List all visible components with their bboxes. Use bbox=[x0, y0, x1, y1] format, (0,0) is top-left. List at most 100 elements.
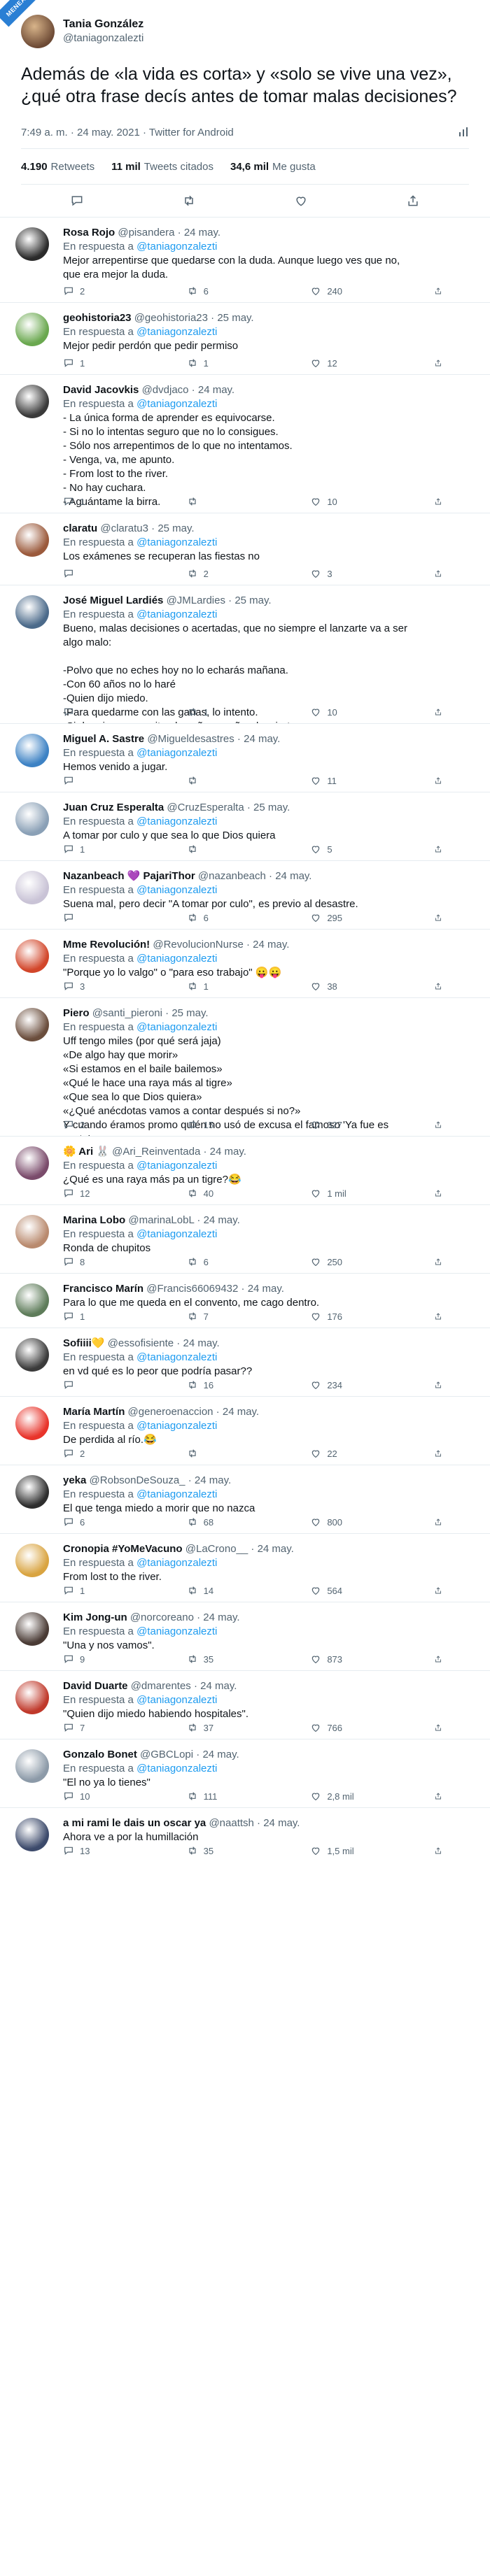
reply-date[interactable]: 24 may. bbox=[275, 870, 312, 882]
reply-author-handle[interactable]: @Migueldesastres bbox=[147, 733, 234, 745]
reply-avatar[interactable] bbox=[15, 1215, 49, 1248]
retweet-action[interactable]: 1 bbox=[187, 357, 264, 369]
reply-action[interactable]: 1 bbox=[63, 357, 140, 369]
reply-author-handle[interactable]: @generoenaccion bbox=[128, 1406, 214, 1418]
reply-author-handle[interactable]: @naattsh bbox=[209, 1817, 253, 1829]
share-action[interactable] bbox=[434, 496, 448, 507]
retweet-action[interactable]: 1 bbox=[187, 706, 264, 718]
reply-avatar[interactable] bbox=[15, 1612, 49, 1646]
reply-author-handle[interactable]: @GBCLopi bbox=[140, 1749, 193, 1760]
reply-author-handle[interactable]: @RobsonDeSouza_ bbox=[90, 1474, 186, 1486]
share-action[interactable] bbox=[434, 568, 448, 579]
like-action[interactable]: 11 bbox=[310, 775, 387, 786]
like-action[interactable]: 5 bbox=[310, 844, 387, 855]
replying-mention[interactable]: @taniagonzalezti bbox=[136, 747, 217, 759]
reply-action[interactable]: 1 bbox=[63, 844, 140, 855]
reply-icon[interactable] bbox=[70, 194, 84, 208]
replying-mention[interactable]: @taniagonzalezti bbox=[136, 884, 217, 896]
replying-mention[interactable]: @taniagonzalezti bbox=[136, 953, 217, 965]
retweet-action[interactable]: 35 bbox=[187, 1653, 264, 1665]
reply-author-name[interactable]: Piero bbox=[63, 1007, 90, 1019]
reply-author-handle[interactable]: @norcoreano bbox=[130, 1611, 194, 1623]
replying-mention[interactable]: @taniagonzalezti bbox=[136, 609, 217, 620]
replying-mention[interactable]: @taniagonzalezti bbox=[136, 1420, 217, 1432]
reply-date[interactable]: 25 may. bbox=[217, 312, 253, 324]
reply-action[interactable]: 2 bbox=[63, 285, 140, 297]
reply-action[interactable]: 3 bbox=[63, 981, 140, 992]
reply-author-handle[interactable]: @CruzEsperalta bbox=[167, 802, 244, 813]
replying-mention[interactable]: @taniagonzalezti bbox=[136, 1625, 217, 1637]
reply-author-handle[interactable]: @pisandera bbox=[118, 227, 174, 239]
like-action[interactable]: 38 bbox=[310, 981, 387, 992]
reply-action[interactable] bbox=[63, 775, 140, 786]
reply-avatar[interactable] bbox=[15, 1407, 49, 1440]
like-action[interactable]: 295 bbox=[310, 912, 387, 923]
reply-item[interactable]: Nazanbeach 💜 PajariThor @nazanbeach · 24… bbox=[0, 860, 490, 929]
reply-item[interactable]: Francisco Marín @Francis66069432 · 24 ma… bbox=[0, 1273, 490, 1328]
retweet-action[interactable]: 16 bbox=[187, 1379, 264, 1390]
like-action[interactable]: 240 bbox=[310, 285, 387, 297]
like-action[interactable]: 2,8 mil bbox=[310, 1791, 387, 1802]
reply-item[interactable]: David Jacovkis @dvdjaco · 24 may. En resp… bbox=[0, 374, 490, 513]
reply-item[interactable]: Gonzalo Bonet @GBCLopi · 24 may. En respu… bbox=[0, 1739, 490, 1807]
reply-action[interactable]: 10 bbox=[63, 1791, 140, 1802]
reply-item[interactable]: David Duarte @dmarentes · 24 may. En resp… bbox=[0, 1670, 490, 1739]
share-action[interactable] bbox=[434, 1119, 448, 1130]
reply-author-name[interactable]: José Miguel Lardiés bbox=[63, 595, 163, 606]
like-action[interactable]: 800 bbox=[310, 1516, 387, 1528]
author-handle[interactable]: @taniagonzalezti bbox=[63, 31, 144, 45]
reply-author-name[interactable]: David Jacovkis bbox=[63, 384, 139, 396]
reply-item[interactable]: Sofiiii💛 @essofisiente · 24 may. En respu… bbox=[0, 1328, 490, 1396]
reply-author-name[interactable]: Kim Jong-un bbox=[63, 1611, 127, 1623]
reply-author-name[interactable]: Miguel A. Sastre bbox=[63, 733, 144, 745]
share-action[interactable] bbox=[434, 285, 448, 297]
reply-author-name[interactable]: Juan Cruz Esperalta bbox=[63, 802, 164, 813]
replying-mention[interactable]: @taniagonzalezti bbox=[136, 1488, 217, 1500]
retweet-action[interactable]: 6 bbox=[187, 285, 264, 297]
retweet-action[interactable]: 1 bbox=[187, 981, 264, 992]
reply-date[interactable]: 24 may. bbox=[223, 1406, 259, 1418]
author-avatar[interactable] bbox=[21, 15, 55, 48]
reply-author-name[interactable]: Sofiiii💛 bbox=[63, 1337, 105, 1349]
like-action[interactable]: 327 bbox=[310, 1119, 387, 1130]
author-name[interactable]: Tania González bbox=[63, 17, 144, 31]
reply-date[interactable]: 24 may. bbox=[263, 1817, 300, 1829]
retweet-icon[interactable] bbox=[182, 194, 196, 208]
reply-item[interactable]: claratu @claratu3 · 25 may. En respuesta … bbox=[0, 513, 490, 585]
share-action[interactable] bbox=[434, 1653, 448, 1665]
share-action[interactable] bbox=[434, 981, 448, 992]
reply-avatar[interactable] bbox=[15, 939, 49, 973]
reply-date[interactable]: 25 may. bbox=[158, 522, 194, 534]
like-action[interactable]: 10 bbox=[310, 706, 387, 718]
reply-author-name[interactable]: Marina Lobo bbox=[63, 1214, 125, 1226]
reply-item[interactable]: Rosa Rojo @pisandera · 24 may. En respues… bbox=[0, 217, 490, 302]
like-action[interactable]: 1 mil bbox=[310, 1188, 387, 1199]
reply-date[interactable]: 24 may. bbox=[258, 1543, 294, 1555]
reply-author-name[interactable]: yeka bbox=[63, 1474, 86, 1486]
reply-date[interactable]: 24 may. bbox=[195, 1474, 231, 1486]
retweet-action[interactable]: 68 bbox=[187, 1516, 264, 1528]
like-action[interactable]: 22 bbox=[310, 1448, 387, 1459]
share-icon[interactable] bbox=[406, 194, 420, 208]
like-action[interactable]: 250 bbox=[310, 1256, 387, 1267]
share-action[interactable] bbox=[434, 1311, 448, 1322]
share-action[interactable] bbox=[434, 775, 448, 786]
reply-item[interactable]: Juan Cruz Esperalta @CruzEsperalta · 25 … bbox=[0, 792, 490, 860]
share-action[interactable] bbox=[434, 1188, 448, 1199]
reply-avatar[interactable] bbox=[15, 1338, 49, 1372]
reply-date[interactable]: 24 may. bbox=[198, 384, 234, 396]
reply-action[interactable]: 1 bbox=[63, 1585, 140, 1596]
reply-author-handle[interactable]: @claratu3 bbox=[100, 522, 148, 534]
reply-action[interactable]: 1 bbox=[63, 1311, 140, 1322]
like-action[interactable]: 1,5 mil bbox=[310, 1845, 387, 1856]
reply-avatar[interactable] bbox=[15, 1008, 49, 1041]
reply-author-name[interactable]: a mi rami le dais un oscar ya bbox=[63, 1817, 206, 1829]
retweet-action[interactable]: 6 bbox=[187, 912, 264, 923]
reply-author-handle[interactable]: @dmarentes bbox=[131, 1680, 191, 1692]
share-action[interactable] bbox=[434, 1791, 448, 1802]
share-action[interactable] bbox=[434, 844, 448, 855]
reply-author-name[interactable]: 🌼 Ari 🐰 bbox=[63, 1146, 109, 1158]
replying-mention[interactable]: @taniagonzalezti bbox=[136, 1160, 217, 1172]
like-action[interactable]: 234 bbox=[310, 1379, 387, 1390]
reply-date[interactable]: 24 may. bbox=[202, 1749, 239, 1760]
